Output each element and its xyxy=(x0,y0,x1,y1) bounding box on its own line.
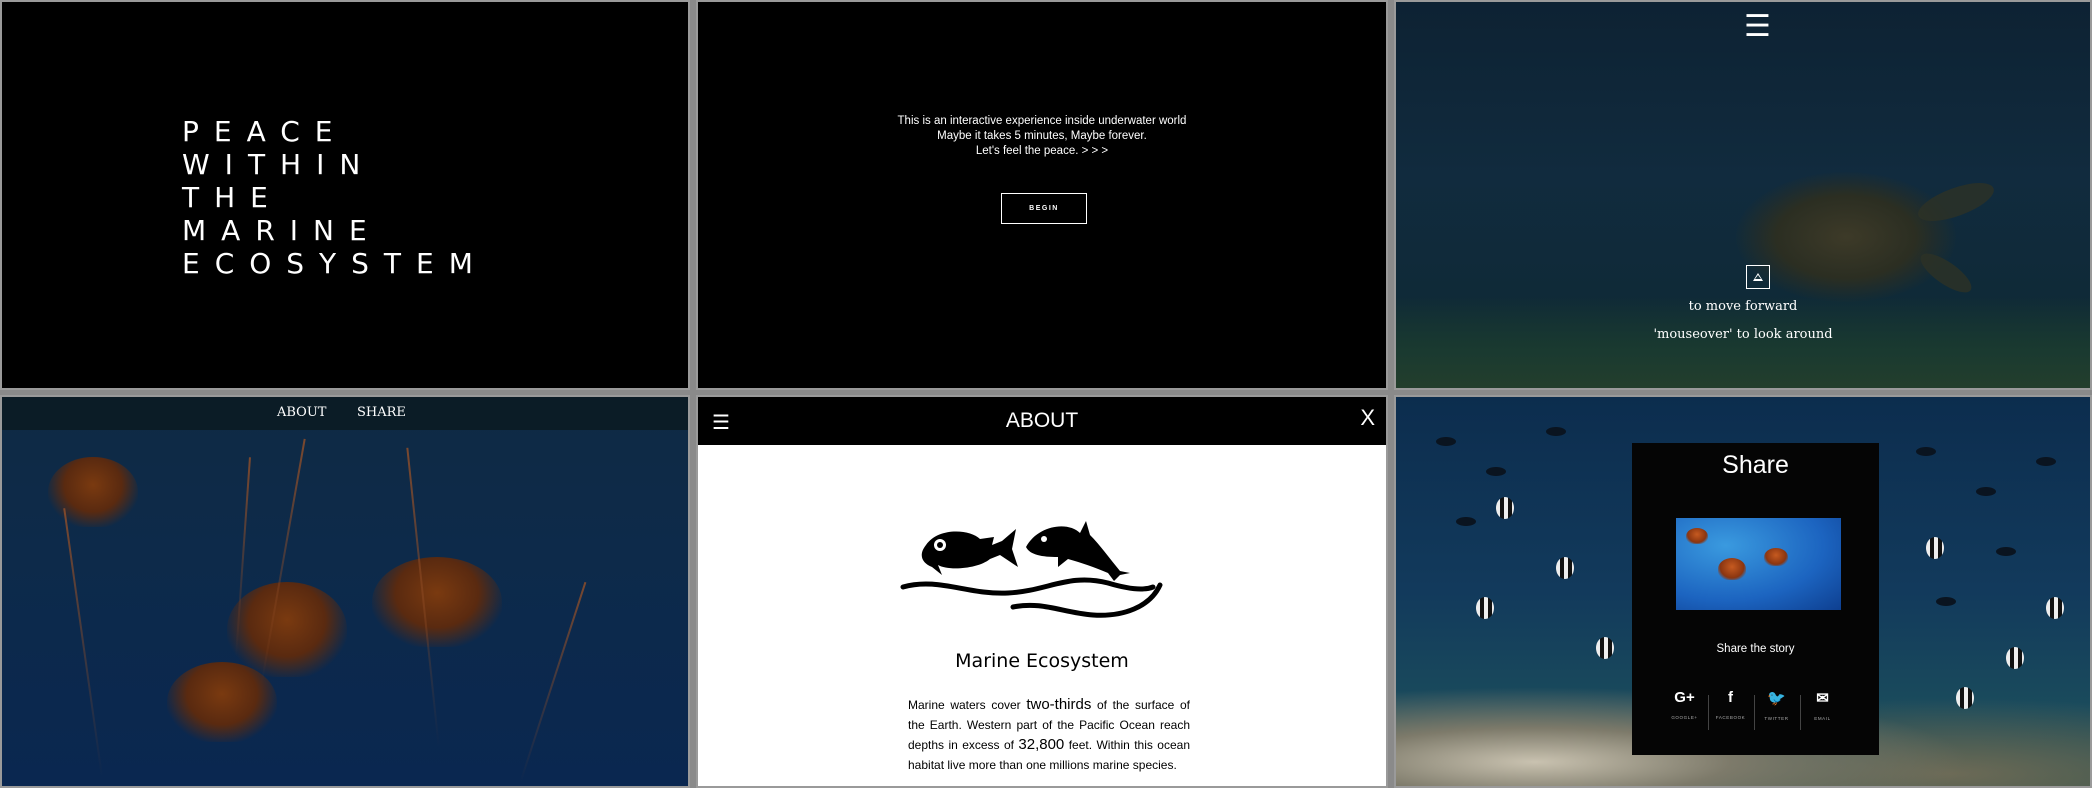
nav-share-link[interactable]: SHARE xyxy=(357,405,406,420)
jellyfish-tentacle xyxy=(519,581,586,783)
intro-text: This is an interactive experience inside… xyxy=(698,114,1386,159)
bannerfish-image xyxy=(1596,637,1614,659)
twitter-share-button[interactable]: 🐦 TWITTER xyxy=(1754,689,1799,721)
bannerfish-image xyxy=(1956,687,1974,709)
fish-image xyxy=(1976,487,1996,496)
fish-image xyxy=(1916,447,1936,456)
title-line: ECOSYSTEM xyxy=(182,247,488,280)
share-panel: Share Share the story G+ GOOGLE+ f FACEB… xyxy=(1394,395,2092,788)
share-story-label: Share the story xyxy=(1716,643,1795,655)
triangle-up-icon xyxy=(1753,273,1763,281)
intro-panel: This is an interactive experience inside… xyxy=(696,0,1388,390)
jellyfish-image xyxy=(1686,528,1708,544)
about-text-highlight: 32,800 xyxy=(1018,736,1065,753)
bannerfish-image xyxy=(1496,497,1514,519)
fish-image xyxy=(1456,517,1476,526)
social-label: GOOGLE+ xyxy=(1671,715,1698,720)
about-text-part: Marine waters cover xyxy=(908,698,1027,712)
instructions-panel: ☰ to move forward 'mouseover' to look ar… xyxy=(1394,0,2092,390)
jellyfish-image xyxy=(372,557,502,647)
share-title: Share xyxy=(1722,451,1789,479)
intro-line: Maybe it takes 5 minutes, Maybe forever. xyxy=(937,130,1147,142)
bannerfish-image xyxy=(1926,537,1944,559)
jellyfish-thumbnail xyxy=(1676,518,1841,610)
about-header: ☰ ABOUT X xyxy=(698,397,1386,445)
forward-button[interactable] xyxy=(1746,265,1770,289)
google-plus-icon: G+ xyxy=(1674,689,1695,706)
sea-turtle-fin xyxy=(1913,175,1999,229)
intro-line: This is an interactive experience inside… xyxy=(897,115,1187,127)
begin-button[interactable]: BEGIN xyxy=(1001,193,1087,224)
bannerfish-image xyxy=(1556,557,1574,579)
jellyfish-image xyxy=(167,662,277,742)
twitter-icon: 🐦 xyxy=(1767,690,1786,707)
email-share-button[interactable]: ✉ EMAIL xyxy=(1800,689,1845,721)
title-line: WITHIN xyxy=(182,148,376,181)
top-nav-bar: ABOUT SHARE xyxy=(2,397,688,430)
social-label: TWITTER xyxy=(1764,716,1789,721)
fish-image xyxy=(1546,427,1566,436)
jellyfish-image xyxy=(1718,558,1746,580)
fish-logo-icon xyxy=(900,521,1163,618)
jellyfish-panel: ABOUT SHARE xyxy=(0,395,690,788)
facebook-share-button[interactable]: f FACEBOOK xyxy=(1708,689,1753,720)
about-text-highlight: two-thirds xyxy=(1026,696,1092,713)
title-screen-panel: PEACE WITHIN THE MARINE ECOSYSTEM xyxy=(0,0,690,390)
site-title: PEACE WITHIN THE MARINE ECOSYSTEM xyxy=(182,115,488,280)
jellyfish-image xyxy=(48,457,138,527)
title-line: PEACE xyxy=(182,115,348,148)
jellyfish-image xyxy=(227,582,347,677)
fish-image xyxy=(1936,597,1956,606)
marine-ecosystem-heading: Marine Ecosystem xyxy=(955,650,1129,672)
google-plus-share-button[interactable]: G+ GOOGLE+ xyxy=(1662,689,1707,720)
social-label: FACEBOOK xyxy=(1715,715,1746,720)
nav-about-link[interactable]: ABOUT xyxy=(277,405,326,420)
facebook-icon: f xyxy=(1728,689,1733,706)
title-line: MARINE xyxy=(182,214,382,247)
about-panel: ☰ ABOUT X Marine Ecosystem Marine waters… xyxy=(696,395,1388,788)
intro-line[interactable]: Let's feel the peace. > > > xyxy=(698,144,1386,159)
forward-hint: to move forward xyxy=(1688,299,1798,314)
share-dialog: Share Share the story G+ GOOGLE+ f FACEB… xyxy=(1632,443,1879,755)
bannerfish-image xyxy=(2046,597,2064,619)
jellyfish-image xyxy=(1764,548,1788,566)
look-around-hint: 'mouseover' to look around xyxy=(1653,327,1833,342)
social-label: EMAIL xyxy=(1814,716,1831,721)
about-description: Marine waters cover two-thirds of the su… xyxy=(908,695,1190,775)
bannerfish-image xyxy=(2006,647,2024,669)
bannerfish-image xyxy=(1476,597,1494,619)
fish-image xyxy=(1996,547,2016,556)
email-icon: ✉ xyxy=(1816,690,1829,707)
close-button[interactable]: X xyxy=(1360,405,1375,431)
title-line: THE xyxy=(182,181,283,214)
hamburger-icon[interactable]: ☰ xyxy=(1744,12,1771,42)
fish-image xyxy=(1486,467,1506,476)
about-title: ABOUT xyxy=(1005,409,1079,432)
fish-image xyxy=(1436,437,1456,446)
fish-image xyxy=(2036,457,2056,466)
jellyfish-tentacle xyxy=(63,508,103,776)
